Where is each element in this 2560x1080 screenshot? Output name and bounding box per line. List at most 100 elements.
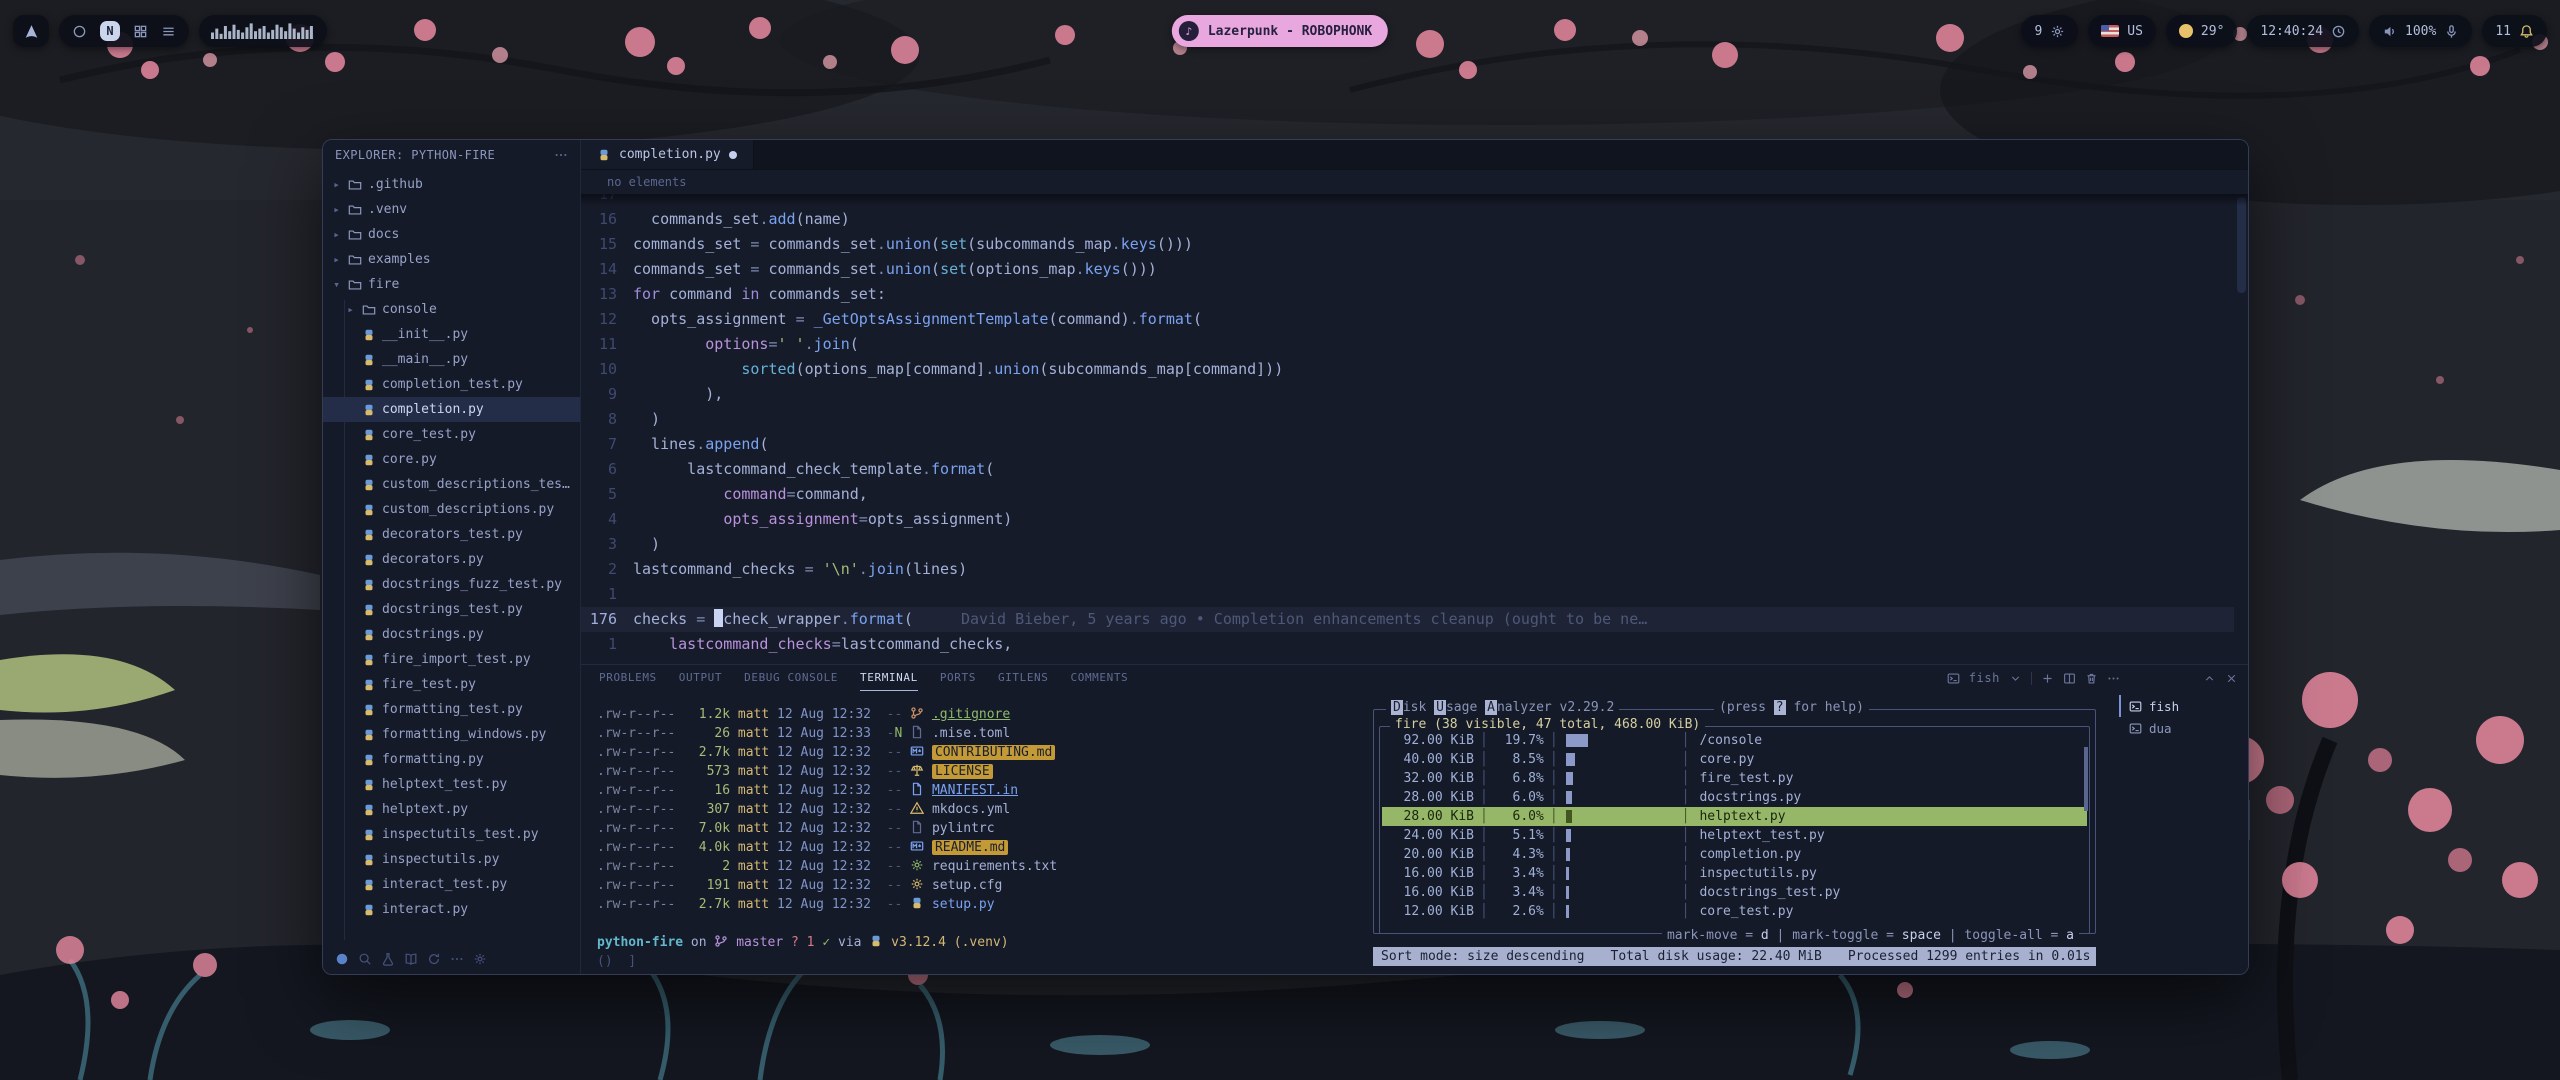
tree-item-examples[interactable]: ▸examples	[323, 247, 580, 272]
audio-widget[interactable]: 100%	[2369, 15, 2472, 47]
code-line-16[interactable]: 16 commands_set.add(name)	[581, 207, 2234, 232]
code-line-9[interactable]: 9 ),	[581, 382, 2234, 407]
maximize-panel-button[interactable]	[2203, 672, 2216, 685]
book-icon[interactable]	[404, 952, 418, 966]
tree-item-formatting_test.py[interactable]: formatting_test.py	[323, 697, 580, 722]
tree-item-core_test.py[interactable]: core_test.py	[323, 422, 580, 447]
search-icon[interactable]	[358, 952, 372, 966]
clock-widget[interactable]: 12:40:24	[2247, 15, 2359, 47]
code-line-1[interactable]: 1 lastcommand_checks=lastcommand_checks,	[581, 632, 2234, 657]
beaker-icon[interactable]	[381, 952, 395, 966]
terminal-output[interactable]: .rw-r--r-- 1.2k matt 12 Aug 12:32 -- .gi…	[597, 691, 1357, 974]
tree-item-formatting.py[interactable]: formatting.py	[323, 747, 580, 772]
tree-item-custom_descriptions_test.py[interactable]: custom_descriptions_test.py	[323, 472, 580, 497]
code-line-7[interactable]: 7 lines.append(	[581, 432, 2234, 457]
panel-tab-ports[interactable]: PORTS	[940, 665, 976, 691]
tree-item-fire_test.py[interactable]: fire_test.py	[323, 672, 580, 697]
tree-item-completion_test.py[interactable]: completion_test.py	[323, 372, 580, 397]
modified-dot-icon[interactable]	[729, 151, 737, 159]
dua-row-fire_test.py[interactable]: 32.00 KiB│6.8%││fire_test.py	[1382, 769, 2087, 788]
workspace-list-icon[interactable]	[161, 24, 176, 39]
more-actions-icon[interactable]	[554, 148, 568, 162]
panel-tab-problems[interactable]: PROBLEMS	[599, 665, 657, 691]
code-editor[interactable]: 17 """16 commands_set.add(name)15command…	[581, 194, 2248, 664]
code-line-3[interactable]: 3 )	[581, 532, 2234, 557]
code-line-6[interactable]: 6 lastcommand_check_template.format(	[581, 457, 2234, 482]
code-line-8[interactable]: 8 )	[581, 407, 2234, 432]
panel-tab-output[interactable]: OUTPUT	[679, 665, 722, 691]
tree-item-fire_import_test.py[interactable]: fire_import_test.py	[323, 647, 580, 672]
tree-item-docstrings.py[interactable]: docstrings.py	[323, 622, 580, 647]
dua-row-helptext.py[interactable]: 28.00 KiB│6.0%││helptext.py	[1382, 807, 2087, 826]
updates-widget[interactable]: 9	[2021, 15, 2078, 47]
close-panel-button[interactable]	[2225, 672, 2238, 685]
code-line-5[interactable]: 5 command=command,	[581, 482, 2234, 507]
dua-row-docstrings_test.py[interactable]: 16.00 KiB│3.4%││docstrings_test.py	[1382, 883, 2087, 902]
gear-icon[interactable]	[473, 952, 487, 966]
tree-item-custom_descriptions.py[interactable]: custom_descriptions.py	[323, 497, 580, 522]
panel-tab-debug-console[interactable]: DEBUG CONSOLE	[744, 665, 838, 691]
tree-item-formatting_windows.py[interactable]: formatting_windows.py	[323, 722, 580, 747]
tree-item-.github[interactable]: ▸.github	[323, 172, 580, 197]
code-line-13[interactable]: 13for command in commands_set:	[581, 282, 2234, 307]
workspace-apps-icon[interactable]	[133, 24, 148, 39]
editor-scrollbar[interactable]	[2237, 197, 2246, 293]
code-line-17[interactable]: 17 """	[581, 194, 2234, 207]
dua-row-completion.py[interactable]: 20.00 KiB│4.3%││completion.py	[1382, 845, 2087, 864]
tree-item-helptext_test.py[interactable]: helptext_test.py	[323, 772, 580, 797]
tree-item-console[interactable]: ▸console	[323, 297, 580, 322]
tree-item-interact_test.py[interactable]: interact_test.py	[323, 872, 580, 897]
dua-scrollbar[interactable]	[2084, 747, 2088, 811]
code-line-1[interactable]: 1	[581, 582, 2234, 607]
dua-row-helptext_test.py[interactable]: 24.00 KiB│5.1%││helptext_test.py	[1382, 826, 2087, 845]
dua-row-docstrings.py[interactable]: 28.00 KiB│6.0%││docstrings.py	[1382, 788, 2087, 807]
keyboard-layout-widget[interactable]: US	[2088, 15, 2156, 47]
dua-pane[interactable]: Disk Usage Analyzer v2.29.2 (press ? for…	[1373, 691, 2104, 974]
tree-item-decorators_test.py[interactable]: decorators_test.py	[323, 522, 580, 547]
code-line-10[interactable]: 10 sorted(options_map[command].union(sub…	[581, 357, 2234, 382]
code-line-14[interactable]: 14commands_set = commands_set.union(set(…	[581, 257, 2234, 282]
dua-row-/console[interactable]: 92.00 KiB│19.7%││/console	[1382, 731, 2087, 750]
tree-item-__init__.py[interactable]: __init__.py	[323, 322, 580, 347]
sync-icon[interactable]	[427, 952, 441, 966]
dua-row-core_test.py[interactable]: 12.00 KiB│2.6%││core_test.py	[1382, 902, 2087, 921]
terminal-profile-label[interactable]: fish	[1969, 671, 2000, 685]
tree-item-completion.py[interactable]: completion.py	[323, 397, 580, 422]
media-widget[interactable]: ♪ Lazerpunk - ROBOPHONK	[1172, 15, 1388, 47]
code-line-176[interactable]: 176checks = check_wrapper.format(David B…	[581, 607, 2234, 632]
system-graph-widget[interactable]	[199, 15, 327, 47]
ellipsis-icon[interactable]	[450, 952, 464, 966]
weather-widget[interactable]: 29°	[2166, 15, 2237, 47]
new-terminal-button[interactable]	[2041, 672, 2054, 685]
panel-tab-gitlens[interactable]: GITLENS	[998, 665, 1049, 691]
dua-row-inspectutils.py[interactable]: 16.00 KiB│3.4%││inspectutils.py	[1382, 864, 2087, 883]
workspace-browser-icon[interactable]	[72, 24, 87, 39]
panel-tab-comments[interactable]: COMMENTS	[1071, 665, 1129, 691]
breadcrumb[interactable]: no elements	[581, 170, 2248, 194]
more-actions-button[interactable]	[2107, 672, 2120, 685]
tree-item-core.py[interactable]: core.py	[323, 447, 580, 472]
tree-item-docstrings_test.py[interactable]: docstrings_test.py	[323, 597, 580, 622]
workspace-active[interactable]: N	[100, 21, 120, 41]
workspace-switcher[interactable]: N	[59, 15, 189, 47]
code-line-11[interactable]: 11 options=' '.join(	[581, 332, 2234, 357]
tree-item-inspectutils.py[interactable]: inspectutils.py	[323, 847, 580, 872]
launcher-button[interactable]	[13, 15, 49, 47]
terminal-list-item-fish[interactable]: fish	[2119, 695, 2241, 717]
terminal-list-item-dua[interactable]: dua	[2119, 717, 2241, 739]
tree-item-fire[interactable]: ▾fire	[323, 272, 580, 297]
code-line-15[interactable]: 15commands_set = commands_set.union(set(…	[581, 232, 2234, 257]
remote-icon[interactable]	[335, 952, 349, 966]
tree-item-.venv[interactable]: ▸.venv	[323, 197, 580, 222]
panel-tab-terminal[interactable]: TERMINAL	[860, 665, 918, 691]
tree-item-__main__.py[interactable]: __main__.py	[323, 347, 580, 372]
tree-item-docstrings_fuzz_test.py[interactable]: docstrings_fuzz_test.py	[323, 572, 580, 597]
tree-item-inspectutils_test.py[interactable]: inspectutils_test.py	[323, 822, 580, 847]
chevron-down-icon[interactable]	[2009, 672, 2022, 685]
tab-completion-py[interactable]: completion.py	[581, 140, 754, 169]
code-line-12[interactable]: 12 opts_assignment = _GetOptsAssignmentT…	[581, 307, 2234, 332]
dua-row-core.py[interactable]: 40.00 KiB│8.5%││core.py	[1382, 750, 2087, 769]
tree-item-interact.py[interactable]: interact.py	[323, 897, 580, 922]
tree-item-docs[interactable]: ▸docs	[323, 222, 580, 247]
tree-item-helptext.py[interactable]: helptext.py	[323, 797, 580, 822]
